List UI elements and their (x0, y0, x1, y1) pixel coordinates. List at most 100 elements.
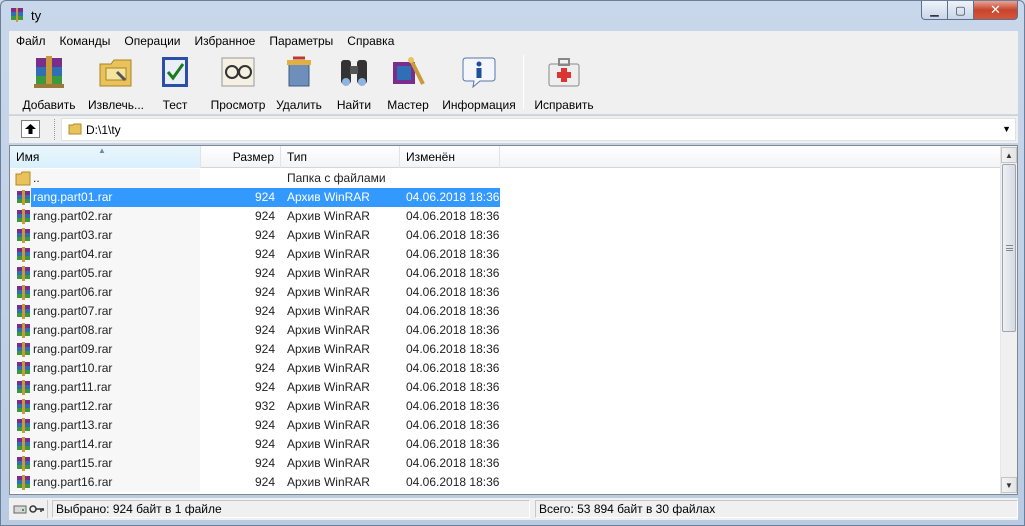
file-type: Архив WinRAR (287, 342, 370, 356)
info-button[interactable]: Информация (441, 53, 517, 113)
file-row[interactable]: rang.part04.rar 924 Архив WinRAR 04.06.2018… (10, 245, 500, 264)
file-name: rang.part13.rar (33, 418, 113, 432)
vertical-scrollbar[interactable]: ▲ ▼ (1000, 146, 1017, 494)
path-field[interactable]: D:\1\ty ▼ (61, 118, 1016, 141)
file-row[interactable]: rang.part16.rar 924 Архив WinRAR 04.06.2018… (10, 473, 500, 492)
file-row[interactable]: rang.part02.rar 924 Архив WinRAR 04.06.2018… (10, 207, 500, 226)
file-size: 924 (254, 475, 275, 489)
file-size: 924 (254, 228, 275, 242)
file-row[interactable]: rang.part07.rar 924 Архив WinRAR 04.06.2018… (10, 302, 500, 321)
extract-label: Извлечь... (87, 98, 144, 112)
file-type: Архив WinRAR (287, 285, 370, 299)
up-folder-button[interactable] (21, 120, 40, 138)
file-name: rang.part12.rar (33, 399, 113, 413)
file-modified: 04.06.2018 18:36 (406, 456, 500, 470)
file-name: rang.part10.rar (33, 361, 113, 375)
column-type[interactable]: Тип (281, 146, 400, 168)
menu-operations[interactable]: Операции (117, 34, 187, 48)
window-title: ty (31, 8, 42, 23)
file-name: rang.part09.rar (33, 342, 113, 356)
minimize-icon: ▁ (930, 4, 939, 17)
scroll-up-icon: ▲ (1005, 150, 1013, 160)
scroll-down-button[interactable]: ▼ (1001, 477, 1017, 493)
file-row[interactable]: rang.part10.rar 924 Архив WinRAR 04.06.2018… (10, 359, 500, 378)
wizard-button[interactable]: Мастер (383, 53, 433, 113)
file-size: 924 (254, 323, 275, 337)
file-row[interactable]: rang.part03.rar 924 Архив WinRAR 04.06.2018… (10, 226, 500, 245)
column-size[interactable]: Размер (201, 146, 281, 168)
add-button[interactable]: Добавить (19, 53, 79, 113)
winrar-app-icon[interactable] (9, 7, 25, 23)
sort-ascending-icon: ▲ (98, 146, 106, 155)
wizard-icon (388, 53, 428, 91)
minimize-button[interactable]: ▁ (921, 1, 948, 20)
find-binoculars-icon (334, 53, 374, 91)
file-row[interactable]: rang.part09.rar 924 Архив WinRAR 04.06.2018… (10, 340, 500, 359)
file-size: 924 (254, 456, 275, 470)
drive-icon[interactable] (13, 503, 27, 515)
maximize-button[interactable]: ▢ (948, 1, 974, 20)
file-row[interactable]: rang.part05.rar 924 Архив WinRAR 04.06.2018… (10, 264, 500, 283)
file-row[interactable]: rang.part11.rar 924 Архив WinRAR 04.06.2018… (10, 378, 500, 397)
rar-archive-icon (17, 190, 30, 205)
file-size: 932 (254, 399, 275, 413)
key-icon[interactable] (29, 503, 45, 515)
file-row[interactable]: rang.part08.rar 924 Архив WinRAR 04.06.2018… (10, 321, 500, 340)
file-row[interactable]: rang.part01.rar 924 Архив WinRAR 04.06.2018… (10, 188, 500, 207)
file-name: rang.part05.rar (33, 266, 113, 280)
menu-favorites[interactable]: Избранное (188, 34, 263, 48)
status-bar: Выбрано: 924 байт в 1 файле Всего: 53 89… (9, 498, 1018, 520)
folder-icon (68, 123, 82, 135)
file-size: 924 (254, 418, 275, 432)
repair-label: Исправить (534, 98, 594, 112)
menu-commands[interactable]: Команды (53, 34, 118, 48)
file-row[interactable]: rang.part06.rar 924 Архив WinRAR 04.06.2018… (10, 283, 500, 302)
parent-folder-row[interactable]: .. Папка с файлами (10, 169, 500, 188)
delete-button[interactable]: Удалить (273, 53, 325, 113)
menu-options[interactable]: Параметры (262, 34, 340, 48)
column-name[interactable]: ▲ Имя (10, 146, 201, 168)
file-row[interactable]: rang.part15.rar 924 Архив WinRAR 04.06.2018… (10, 454, 500, 473)
column-type-label: Тип (287, 150, 308, 164)
address-separator (54, 119, 57, 140)
file-type: Архив WinRAR (287, 323, 370, 337)
info-icon (459, 53, 499, 91)
menu-help[interactable]: Справка (340, 34, 401, 48)
column-modified[interactable]: Изменён (400, 146, 500, 168)
add-archive-icon (29, 53, 69, 91)
file-type: Архив WinRAR (287, 209, 370, 223)
repair-button[interactable]: Исправить (533, 53, 595, 113)
view-button[interactable]: Просмотр (207, 53, 269, 113)
file-row[interactable]: rang.part12.rar 932 Архив WinRAR 04.06.2018… (10, 397, 500, 416)
file-type: Архив WinRAR (287, 266, 370, 280)
view-label: Просмотр (210, 98, 266, 112)
file-size: 924 (254, 361, 275, 375)
file-size: 924 (254, 266, 275, 280)
rar-archive-icon (17, 361, 30, 376)
file-name: rang.part04.rar (33, 247, 113, 261)
scroll-up-button[interactable]: ▲ (1001, 147, 1017, 163)
title-bar[interactable]: ty ▁ ▢ ✕ (1, 1, 1024, 31)
test-button[interactable]: Тест (155, 53, 195, 113)
path-text: D:\1\ty (86, 123, 121, 137)
scroll-thumb[interactable] (1002, 164, 1016, 332)
scroll-down-icon: ▼ (1005, 480, 1013, 490)
file-size: 924 (254, 190, 275, 204)
file-type: Архив WinRAR (287, 456, 370, 470)
file-name: rang.part06.rar (33, 285, 113, 299)
find-button[interactable]: Найти (333, 53, 375, 113)
menu-file[interactable]: Файл (9, 34, 53, 48)
close-button[interactable]: ✕ (974, 1, 1018, 20)
path-dropdown-icon[interactable]: ▼ (1002, 124, 1011, 134)
add-label: Добавить (22, 98, 76, 112)
column-modified-label: Изменён (406, 150, 455, 164)
file-type: Архив WinRAR (287, 437, 370, 451)
file-list: ▲ Имя Размер Тип Изменён .. Папка с файл… (9, 145, 1018, 495)
column-name-label: Имя (16, 150, 40, 164)
file-row[interactable]: rang.part14.rar 924 Архив WinRAR 04.06.2018… (10, 435, 500, 454)
file-modified: 04.06.2018 18:36 (406, 437, 500, 451)
file-type: Архив WinRAR (287, 399, 370, 413)
file-modified: 04.06.2018 18:36 (406, 475, 500, 489)
file-row[interactable]: rang.part13.rar 924 Архив WinRAR 04.06.2018… (10, 416, 500, 435)
extract-button[interactable]: Извлечь... (85, 53, 147, 113)
